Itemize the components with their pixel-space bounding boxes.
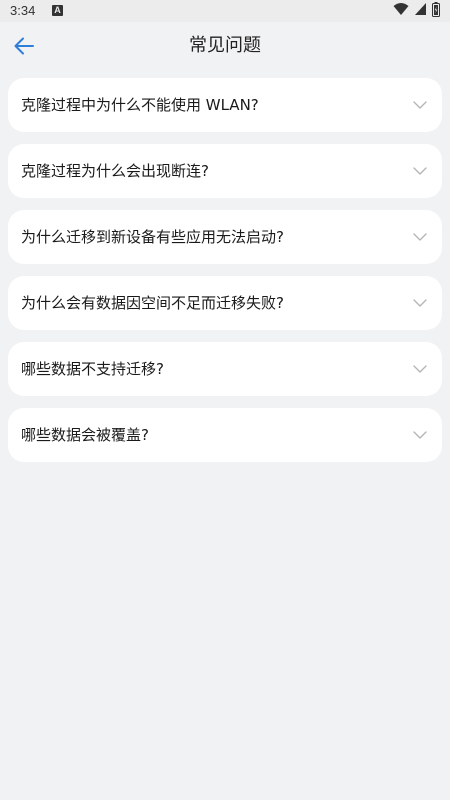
notification-badge: A xyxy=(52,5,63,16)
status-time: 3:34 xyxy=(10,3,36,18)
faq-item-label: 克隆过程中为什么不能使用 WLAN? xyxy=(21,96,259,114)
status-icons xyxy=(393,1,440,21)
chevron-down-icon xyxy=(412,427,428,443)
faq-item-apps-not-starting[interactable]: 为什么迁移到新设备有些应用无法启动? xyxy=(8,210,442,264)
chevron-down-icon xyxy=(412,361,428,377)
status-bar: 3:34 A xyxy=(0,0,450,22)
chevron-down-icon xyxy=(412,295,428,311)
battery-icon xyxy=(432,1,440,21)
faq-item-disconnect[interactable]: 克隆过程为什么会出现断连? xyxy=(8,144,442,198)
chevron-down-icon xyxy=(412,97,428,113)
app-header: 常见问题 xyxy=(0,22,450,70)
faq-item-label: 哪些数据会被覆盖? xyxy=(21,426,149,444)
faq-item-unsupported-data[interactable]: 哪些数据不支持迁移? xyxy=(8,342,442,396)
signal-icon xyxy=(414,2,427,20)
wifi-icon xyxy=(393,2,409,20)
faq-item-label: 为什么迁移到新设备有些应用无法启动? xyxy=(21,228,284,246)
chevron-down-icon xyxy=(412,163,428,179)
page-title: 常见问题 xyxy=(189,35,261,56)
faq-item-label: 哪些数据不支持迁移? xyxy=(21,360,164,378)
faq-list: 克隆过程中为什么不能使用 WLAN? 克隆过程为什么会出现断连? 为什么迁移到新… xyxy=(8,78,442,474)
faq-item-label: 克隆过程为什么会出现断连? xyxy=(21,162,209,180)
chevron-down-icon xyxy=(412,229,428,245)
faq-item-overwritten-data[interactable]: 哪些数据会被覆盖? xyxy=(8,408,442,462)
faq-item-wlan[interactable]: 克隆过程中为什么不能使用 WLAN? xyxy=(8,78,442,132)
faq-item-label: 为什么会有数据因空间不足而迁移失败? xyxy=(21,294,284,312)
faq-item-insufficient-space[interactable]: 为什么会有数据因空间不足而迁移失败? xyxy=(8,276,442,330)
